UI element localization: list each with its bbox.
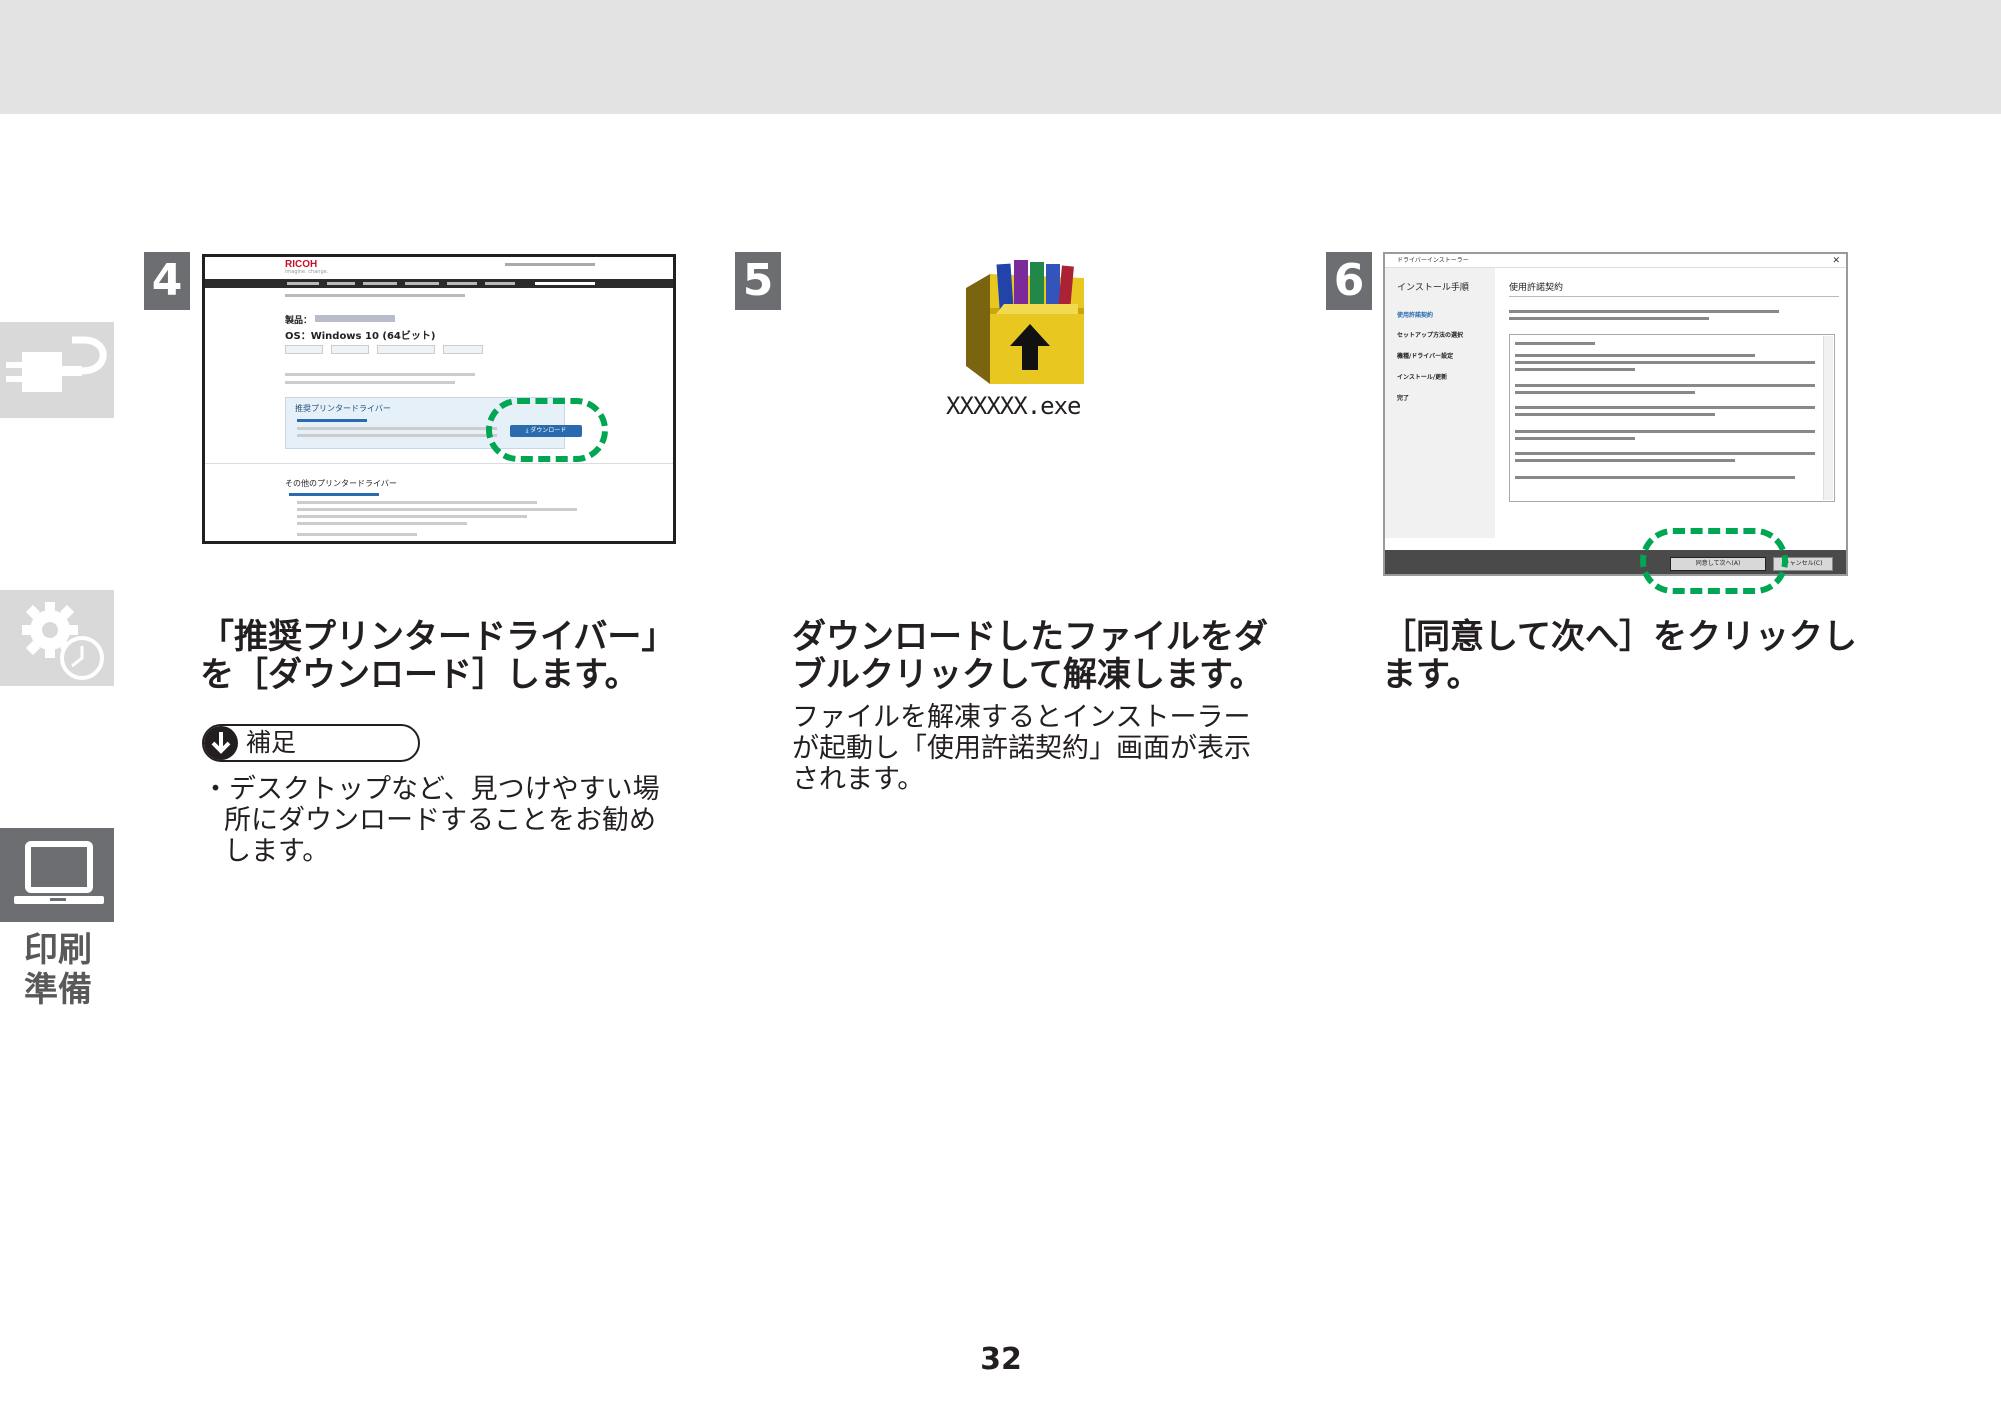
- license-heading: 使用許諾契約: [1509, 283, 1564, 293]
- step-6-heading-line1: ［同意して次へ］をクリックし: [1382, 617, 1857, 657]
- laptop-icon: [14, 841, 104, 904]
- license-scrollbar[interactable]: [1823, 336, 1833, 500]
- step-4-heading-line2: を［ダウンロード］します。: [200, 655, 639, 695]
- site-nav-item: [447, 282, 477, 285]
- driver-link: [289, 493, 379, 496]
- text-line: [1515, 413, 1715, 416]
- section-divider: [205, 463, 673, 464]
- text-line: [1515, 476, 1795, 479]
- step-5-heading-line2: ブルクリックして解凍します。: [792, 655, 1264, 695]
- site-nav-item: [287, 282, 319, 285]
- text-line: [285, 381, 455, 384]
- text-line: [1515, 384, 1815, 387]
- step-item-license: 使用許諾契約: [1397, 312, 1434, 319]
- step-item-install: インストール/更新: [1397, 374, 1448, 381]
- product-label: 製品：: [285, 316, 313, 326]
- page-number: 32: [980, 1342, 1022, 1377]
- download-highlight: [486, 398, 608, 462]
- site-nav-bar: [205, 279, 673, 288]
- text-line: [1515, 368, 1635, 371]
- text-line: [1509, 317, 1709, 320]
- heading-rule: [1509, 296, 1839, 297]
- step-4-number: 4: [144, 252, 190, 310]
- text-line: [297, 508, 577, 511]
- step-item-driver: 機種/ドライバー設定: [1397, 353, 1454, 360]
- ricoh-tagline: imagine. change.: [285, 269, 329, 275]
- agree-button-highlight: [1640, 528, 1788, 594]
- recommended-driver-title: 推奨プリンタードライバー: [295, 404, 391, 413]
- note-bullet: ・デスクトップなど、見つけやすい場 所にダウンロードすることをお勧め します。: [202, 774, 660, 867]
- header-band: [0, 0, 2001, 114]
- archive-file-icon: [966, 260, 1084, 384]
- dialog-left-pane: [1385, 268, 1495, 538]
- step-4-screenshot: RICOH imagine. change. 製品： OS：Windows 10…: [202, 254, 676, 544]
- text-line: [285, 373, 475, 376]
- step-5-number: 5: [735, 252, 781, 310]
- step-item-setup: セットアップ方法の選択: [1397, 332, 1464, 339]
- install-steps-heading: インストール手順: [1397, 283, 1469, 293]
- step-6-number: 6: [1326, 252, 1372, 310]
- close-icon[interactable]: ✕: [1832, 254, 1840, 268]
- text-line: [297, 434, 497, 437]
- site-nav-item: [485, 282, 515, 285]
- step-item-done: 完了: [1397, 395, 1410, 402]
- bullet-dot: ・: [202, 774, 229, 805]
- text-line: [1515, 361, 1815, 364]
- step-6-dialog-screenshot: ドライバーインストーラー ✕ インストール手順 使用許諾契約 セットアップ方法の…: [1383, 252, 1848, 576]
- os-label: OS：Windows 10 (64ビット): [285, 331, 436, 342]
- step-4-heading-line1: 「推奨プリンタードライバー」: [200, 617, 676, 657]
- text-line: [1515, 354, 1755, 357]
- step-5-heading-line1: ダウンロードしたファイルをダ: [792, 617, 1268, 657]
- site-search-box: [535, 282, 595, 285]
- step-6-heading-line2: ます。: [1382, 655, 1481, 695]
- site-nav-item: [363, 282, 397, 285]
- text-line: [1509, 310, 1779, 313]
- note-label: 補足: [246, 728, 297, 757]
- text-line: [1515, 437, 1635, 440]
- site-breadcrumb: [285, 294, 465, 297]
- site-nav-item: [405, 282, 439, 285]
- power-plug-icon: [6, 336, 107, 392]
- step-5-body-line1: ファイルを解凍するとインストーラー: [792, 702, 1251, 733]
- down-arrow-icon: [204, 726, 238, 760]
- step-5-body-line2: が起動し「使用許諾契約」画面が表示: [792, 733, 1251, 764]
- download-progress-steps: [285, 345, 485, 354]
- product-name-blurred: [315, 315, 395, 322]
- text-line: [1515, 342, 1595, 345]
- text-line: [1515, 430, 1815, 433]
- sidebar-tab-connection[interactable]: [0, 322, 114, 418]
- text-line: [1515, 406, 1815, 409]
- text-line: [297, 515, 527, 518]
- note-line1: デスクトップなど、見つけやすい場: [229, 774, 660, 805]
- sidebar-tab-settings[interactable]: [0, 590, 114, 686]
- sidebar-active-label: 印刷準備: [24, 930, 92, 1010]
- gear-clock-icon: [22, 602, 104, 680]
- note-line2: 所にダウンロードすることをお勧め: [224, 805, 656, 836]
- text-line: [297, 533, 417, 536]
- sidebar-tab-print-prep[interactable]: [0, 828, 114, 922]
- driver-link: [297, 419, 367, 422]
- text-line: [297, 427, 497, 430]
- site-top-links: [505, 263, 595, 266]
- other-drivers-title: その他のプリンタードライバー: [285, 479, 397, 488]
- text-line: [1515, 452, 1815, 455]
- exe-filename: XXXXXX.exe: [946, 392, 1082, 420]
- text-line: [297, 522, 467, 525]
- note-line3: します。: [224, 836, 330, 867]
- step-5-body-line3: されます。: [792, 764, 925, 795]
- text-line: [1515, 459, 1735, 462]
- dialog-titlebar: ドライバーインストーラー: [1385, 254, 1846, 268]
- text-line: [297, 501, 537, 504]
- site-nav-item: [327, 282, 355, 285]
- text-line: [1515, 391, 1695, 394]
